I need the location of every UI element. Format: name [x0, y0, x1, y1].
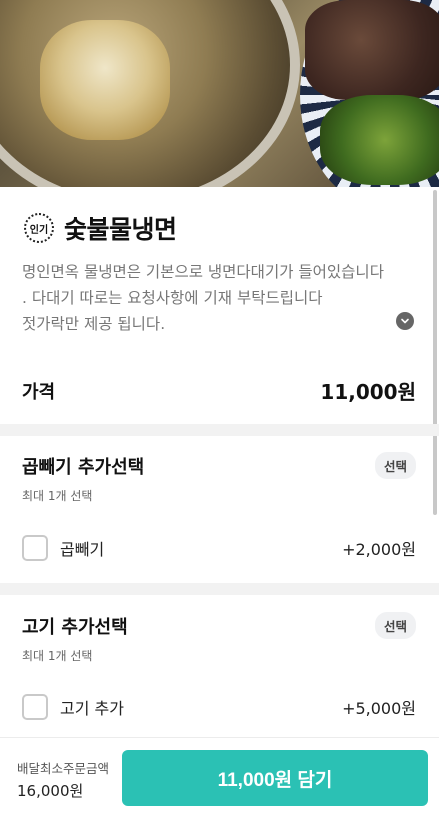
- chevron-down-icon[interactable]: [396, 312, 414, 330]
- option-item[interactable]: 고기 추가 +5,000원: [22, 694, 416, 720]
- price-row: 가격 11,000원: [22, 376, 416, 405]
- option-group-subtitle: 최대 1개 선택: [22, 649, 93, 663]
- description-line: . 다대기 따로는 요청사항에 기재 부탁드립니다: [22, 289, 323, 307]
- option-required-tag: 선택: [374, 452, 416, 479]
- option-item-price: +5,000원: [342, 699, 416, 718]
- option-item-name: 고기 추가: [60, 699, 124, 718]
- option-item[interactable]: 곱빼기 +2,000원: [22, 535, 416, 561]
- option-required-tag: 선택: [374, 612, 416, 639]
- option-item-price: +2,000원: [342, 540, 416, 559]
- min-order-value: 16,000원: [17, 782, 84, 800]
- option-checkbox[interactable]: [22, 535, 48, 561]
- description-line: 명인면옥 물냉면은 기본으로 냉면다대기가 들어있습니다: [22, 263, 384, 281]
- option-checkbox[interactable]: [22, 694, 48, 720]
- section-divider: [0, 583, 439, 595]
- popular-badge-label: 인기: [29, 224, 49, 236]
- bottom-bar: 배달최소주문금액 16,000원 11,000원 담기: [0, 737, 439, 819]
- menu-photo: [0, 0, 439, 187]
- option-group-subtitle: 최대 1개 선택: [22, 489, 93, 503]
- min-order-label: 배달최소주문금액: [17, 761, 110, 776]
- section-divider: [0, 424, 439, 436]
- option-item-name: 곱빼기: [60, 540, 105, 559]
- add-to-cart-button[interactable]: 11,000원 담기: [122, 750, 428, 806]
- option-group-title: 곱빼기 추가선택: [22, 456, 145, 478]
- price-label: 가격: [22, 381, 56, 403]
- price-value: 11,000원: [320, 380, 416, 404]
- menu-title-row: 인기 숯불물냉면: [22, 210, 177, 246]
- menu-title: 숯불물냉면: [64, 215, 177, 244]
- description-line: 젓가락만 제공 됩니다.: [22, 315, 166, 333]
- option-group-title: 고기 추가선택: [22, 616, 128, 638]
- menu-description: 명인면옥 물냉면은 기본으로 냉면다대기가 들어있습니다 . 다대기 따로는 요…: [22, 259, 417, 337]
- option-group-header: 고기 추가선택 선택: [22, 612, 416, 639]
- option-group-header: 곱빼기 추가선택 선택: [22, 452, 416, 479]
- popular-badge-icon: 인기: [22, 211, 56, 245]
- scrollbar[interactable]: [433, 190, 437, 515]
